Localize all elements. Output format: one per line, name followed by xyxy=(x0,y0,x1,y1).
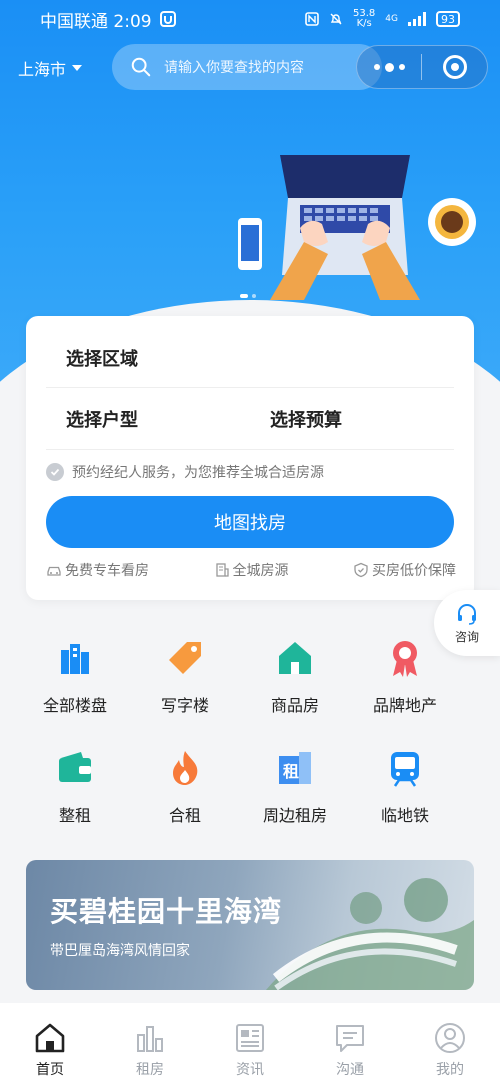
agent-service-checkbox[interactable]: 预约经纪人服务，为您推荐全城合适房源 xyxy=(46,462,324,482)
ribbon-icon xyxy=(393,641,417,677)
category-grid: 全部楼盘 写字楼 商品房 品牌地产 整租 合租 租 周边租房 临地铁 xyxy=(20,630,460,850)
house-search-card: 选择区域 选择户型 选择预算 预约经纪人服务，为您推荐全城合适房源 地图找房 免… xyxy=(26,316,474,600)
home-icon xyxy=(35,1023,65,1053)
chat-icon xyxy=(336,1025,364,1052)
category-brand-developers[interactable]: 品牌地产 xyxy=(350,630,460,740)
status-bar: 中国联通 2:09 53.8 K/s 4G 93 xyxy=(0,0,500,38)
filter-row: 选择户型 选择预算 xyxy=(46,388,454,450)
category-all-projects[interactable]: 全部楼盘 xyxy=(20,630,130,740)
banner-subtitle: 带巴厘岛海湾风情回家 xyxy=(50,943,190,959)
dot-icon xyxy=(373,64,380,70)
agent-service-text: 预约经纪人服务，为您推荐全城合适房源 xyxy=(72,465,324,481)
app-notification-icon xyxy=(159,11,176,27)
perk-all-listings: 全城房源 xyxy=(214,560,289,580)
perks-row: 免费专车看房 全城房源 买房低价保障 xyxy=(46,560,456,580)
building-icon xyxy=(215,563,229,577)
battery-icon: 93 xyxy=(436,11,460,27)
carrier-time: 中国联通 2:09 xyxy=(40,11,152,32)
search-icon xyxy=(131,57,151,77)
category-whole-rent[interactable]: 整租 xyxy=(20,740,130,850)
caret-down-icon xyxy=(72,65,83,71)
select-layout-button[interactable]: 选择户型 xyxy=(46,406,250,432)
promo-banner[interactable]: 买碧桂园十里海湾 带巴厘岛海湾风情回家 xyxy=(26,860,474,990)
car-icon xyxy=(47,566,61,576)
svg-text:租: 租 xyxy=(283,762,299,781)
more-menu-button[interactable] xyxy=(357,46,421,88)
bottom-tab-bar: 首页 租房 资讯 沟通 我的 xyxy=(0,1003,500,1083)
perk-price-guarantee: 买房低价保障 xyxy=(353,560,456,580)
laptop-illustration xyxy=(238,155,476,300)
dot-icon xyxy=(384,62,394,72)
bar-chart-icon xyxy=(137,1026,163,1052)
news-icon xyxy=(236,1024,264,1052)
check-icon xyxy=(46,463,64,481)
house-icon xyxy=(279,642,311,674)
tab-chat[interactable]: 沟通 xyxy=(300,1003,400,1083)
rent-building-icon: 租 xyxy=(279,752,311,784)
category-nearby-rent[interactable]: 租 周边租房 xyxy=(240,740,350,850)
headset-icon xyxy=(458,603,476,625)
signal-icon xyxy=(408,12,426,26)
city-label: 上海市 xyxy=(18,60,67,79)
tab-home[interactable]: 首页 xyxy=(0,1003,100,1083)
map-search-button[interactable]: 地图找房 xyxy=(46,496,454,548)
select-area-button[interactable]: 选择区域 xyxy=(46,328,454,388)
category-near-subway[interactable]: 临地铁 xyxy=(350,740,460,850)
network-type: 4G xyxy=(385,14,398,24)
user-icon xyxy=(435,1023,465,1053)
mute-icon xyxy=(330,13,342,25)
category-office[interactable]: 写字楼 xyxy=(130,630,240,740)
network-speed: 53.8 K/s xyxy=(353,8,376,29)
wallet-icon xyxy=(59,752,91,782)
select-layout-label: 选择户型 xyxy=(66,409,138,431)
miniapp-capsule xyxy=(356,45,488,89)
banner-title: 买碧桂园十里海湾 xyxy=(50,895,283,928)
buildings-icon xyxy=(61,644,89,674)
select-budget-label: 选择预算 xyxy=(270,409,342,431)
target-icon xyxy=(442,55,467,79)
dot-icon xyxy=(398,64,405,70)
top-nav: 上海市 请输入你要查找的内容 xyxy=(0,44,500,92)
nfc-icon xyxy=(305,12,319,26)
tab-mine[interactable]: 我的 xyxy=(400,1003,500,1083)
select-budget-button[interactable]: 选择预算 xyxy=(250,406,454,432)
tag-icon xyxy=(169,642,201,674)
category-shared-rent[interactable]: 合租 xyxy=(130,740,240,850)
close-miniapp-button[interactable] xyxy=(422,55,487,79)
tab-rent[interactable]: 租房 xyxy=(100,1003,200,1083)
shield-icon xyxy=(354,562,368,578)
city-selector[interactable]: 上海市 xyxy=(18,56,83,80)
search-placeholder: 请输入你要查找的内容 xyxy=(164,60,304,76)
select-area-label: 选择区域 xyxy=(66,348,138,370)
search-input[interactable]: 请输入你要查找的内容 xyxy=(112,44,382,90)
category-commercial-housing[interactable]: 商品房 xyxy=(240,630,350,740)
subway-icon xyxy=(391,752,419,787)
map-search-label: 地图找房 xyxy=(214,513,286,534)
fire-icon xyxy=(173,751,198,785)
carousel-indicator xyxy=(240,294,256,298)
perk-free-car: 免费专车看房 xyxy=(46,560,149,580)
tab-news[interactable]: 资讯 xyxy=(200,1003,300,1083)
